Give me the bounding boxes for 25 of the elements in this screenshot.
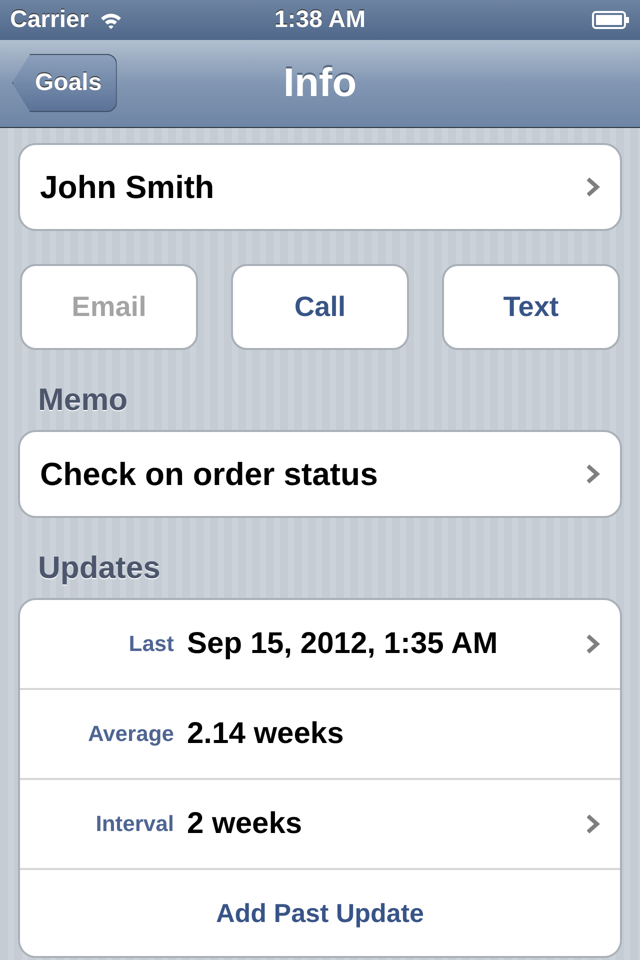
status-time: 1:38 AM [274,6,366,34]
chevron-icon [586,177,600,197]
action-button[interactable]: Text [442,264,620,350]
row-label: Interval [94,811,174,837]
contact-name: John Smith [40,168,214,206]
back-button[interactable]: Goals [12,54,117,112]
update-row[interactable]: Last Sep 15, 2012, 1:35 AM [20,600,620,690]
memo-text: Check on order status [40,456,378,492]
contact-row[interactable]: John Smith [18,143,622,231]
battery-icon [592,11,630,29]
carrier-label: Carrier [10,6,89,34]
section-header: Updates [38,550,162,586]
row-value: 2.14 weeks [187,717,345,751]
wifi-icon [98,11,123,29]
chevron-icon [586,634,600,654]
nav-title: Info [283,61,357,106]
row-value: 2 weeks [187,807,304,841]
memo-row[interactable]: Check on order status [18,430,622,518]
chevron-icon [586,814,600,834]
row-label: Last [128,631,174,657]
section-header: Memo [38,382,129,418]
row-value: Sep 15, 2012, 1:35 AM [187,627,499,661]
action-button[interactable]: Call [231,264,409,350]
row-label: Average [86,721,174,747]
chevron-icon [586,464,600,484]
